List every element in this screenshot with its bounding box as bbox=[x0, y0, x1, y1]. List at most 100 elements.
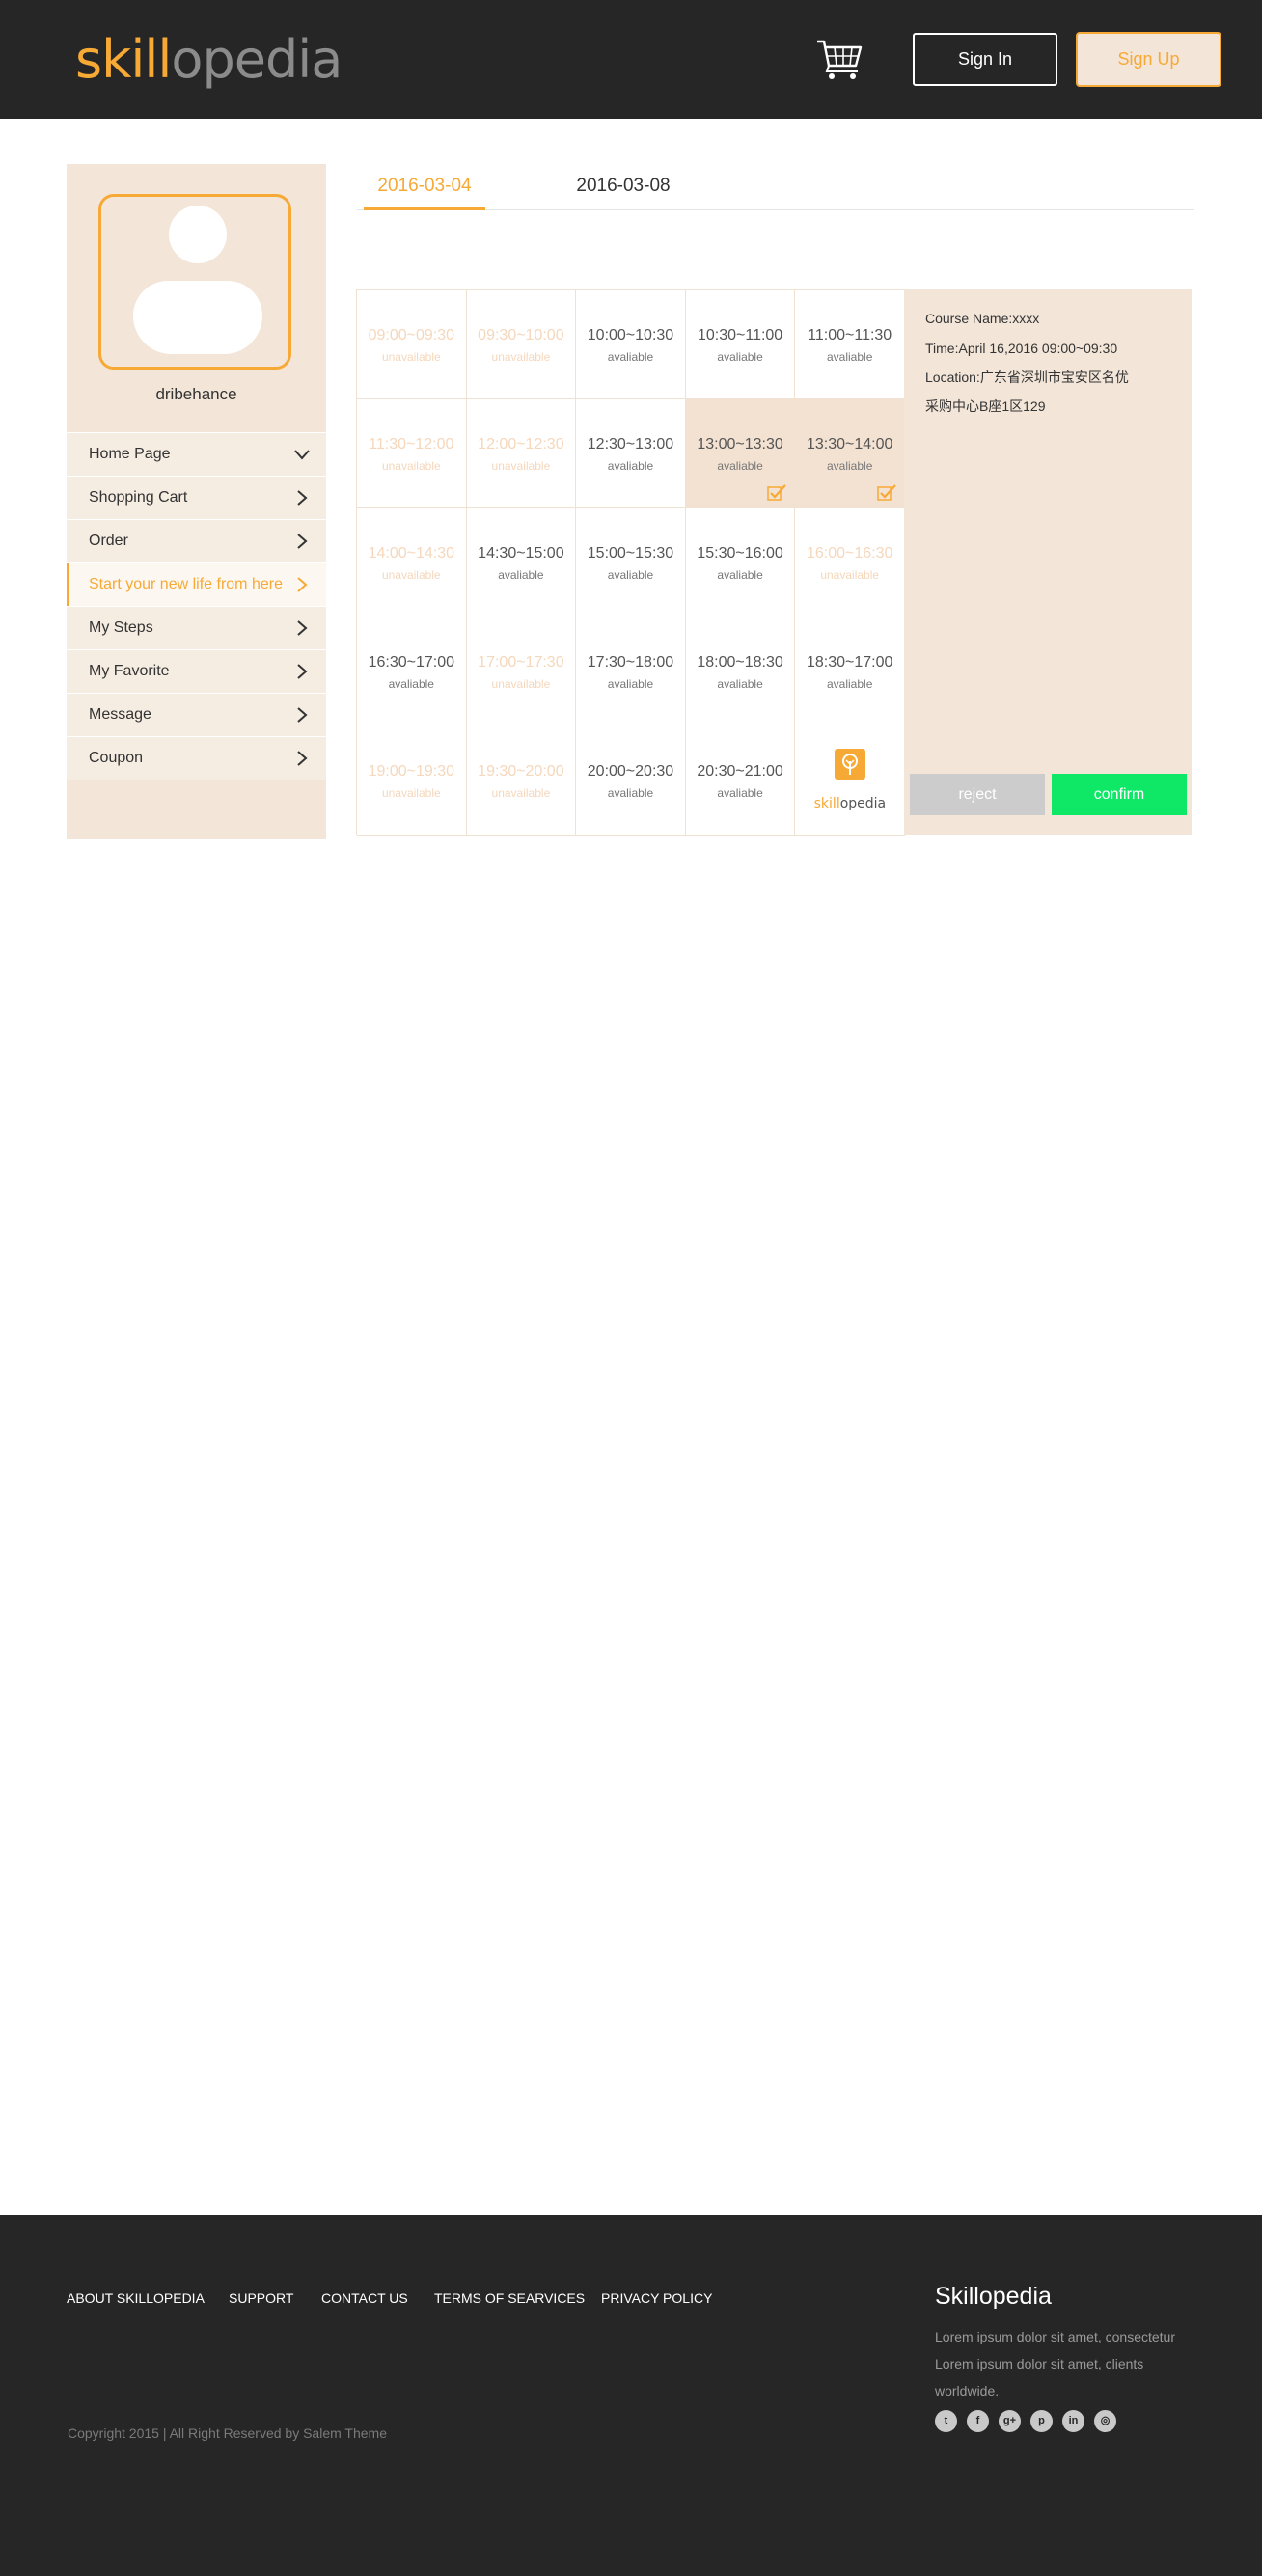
time-slot[interactable]: 13:00~13:30 avaliable bbox=[685, 399, 796, 508]
time-slot[interactable]: 09:30~10:00 unavailable bbox=[466, 290, 577, 399]
checkbox-checked-icon[interactable] bbox=[767, 483, 787, 501]
mini-logo-skill: skill bbox=[813, 796, 840, 811]
site-header: skillopedia Sign In Sign Up bbox=[0, 0, 1262, 119]
slot-status: avaliable bbox=[607, 350, 654, 364]
sidebar-item-coupon[interactable]: Coupon bbox=[67, 736, 326, 780]
footer-link-contact[interactable]: CONTACT US bbox=[321, 2290, 408, 2306]
chevron-right-icon bbox=[297, 620, 308, 636]
chevron-right-icon bbox=[297, 707, 308, 723]
slot-time: 09:00~09:30 bbox=[368, 327, 454, 343]
checkbox-checked-icon[interactable] bbox=[877, 483, 896, 501]
facebook-icon[interactable]: f bbox=[967, 2410, 989, 2432]
site-footer: ABOUT SKILLOPEDIA SUPPORT CONTACT US TER… bbox=[0, 2215, 1262, 2576]
google-plus-icon[interactable]: g+ bbox=[999, 2410, 1021, 2432]
dribbble-icon[interactable]: ◎ bbox=[1094, 2410, 1116, 2432]
slot-status: unavailable bbox=[491, 459, 551, 473]
time-slot[interactable]: 17:30~18:00 avaliable bbox=[576, 617, 686, 726]
logo-text-opedia: opedia bbox=[171, 29, 343, 90]
sidebar-item-label: My Steps bbox=[89, 619, 153, 636]
site-logo[interactable]: skillopedia bbox=[75, 29, 343, 91]
slot-status: avaliable bbox=[717, 568, 763, 582]
slot-time: 13:00~13:30 bbox=[697, 436, 783, 452]
time-slot[interactable]: 09:00~09:30 unavailable bbox=[357, 290, 467, 399]
slot-time: 09:30~10:00 bbox=[478, 327, 564, 343]
sidebar-item-start-new-life[interactable]: Start your new life from here bbox=[67, 562, 326, 607]
sidebar-item-my-favorite[interactable]: My Favorite bbox=[67, 649, 326, 693]
slot-time: 18:00~18:30 bbox=[697, 654, 783, 671]
time-slot[interactable]: 12:00~12:30 unavailable bbox=[466, 399, 577, 508]
grid-logo-cell: skillopedia bbox=[795, 726, 905, 836]
slot-status: unavailable bbox=[381, 459, 441, 473]
slot-status: avaliable bbox=[607, 677, 654, 691]
chevron-down-icon bbox=[294, 450, 310, 460]
sidebar-item-message[interactable]: Message bbox=[67, 693, 326, 736]
time-slot[interactable]: 20:00~20:30 avaliable bbox=[576, 726, 686, 836]
slot-status: unavailable bbox=[381, 350, 441, 364]
pinterest-icon[interactable]: p bbox=[1030, 2410, 1053, 2432]
sign-up-button[interactable]: Sign Up bbox=[1076, 32, 1221, 87]
course-location-line2: 采购中心B座1区129 bbox=[925, 398, 1046, 414]
time-slot[interactable]: 11:30~12:00 unavailable bbox=[357, 399, 467, 508]
sidebar-item-order[interactable]: Order bbox=[67, 519, 326, 562]
time-slot[interactable]: 20:30~21:00 avaliable bbox=[685, 726, 796, 836]
sign-in-button[interactable]: Sign In bbox=[913, 33, 1057, 86]
shopping-cart-icon[interactable] bbox=[815, 37, 864, 81]
footer-link-support[interactable]: SUPPORT bbox=[229, 2290, 293, 2306]
slot-time: 14:30~15:00 bbox=[478, 545, 564, 562]
footer-link-terms[interactable]: TERMS OF SEARVICES bbox=[434, 2290, 585, 2306]
copyright-text: Copyright 2015 | All Right Reserved by S… bbox=[68, 2425, 387, 2441]
time-slot[interactable]: 18:00~18:30 avaliable bbox=[685, 617, 796, 726]
time-slot[interactable]: 14:30~15:00 avaliable bbox=[466, 508, 577, 617]
reject-button[interactable]: reject bbox=[910, 774, 1045, 815]
mini-logo: skillopedia bbox=[795, 749, 904, 811]
sidebar-item-home-page[interactable]: Home Page bbox=[67, 432, 326, 476]
sidebar-item-my-steps[interactable]: My Steps bbox=[67, 606, 326, 649]
date-tabs: 2016-03-04 2016-03-08 bbox=[357, 164, 1194, 210]
time-slot[interactable]: 18:30~17:00 avaliable bbox=[795, 617, 905, 726]
tab-date-1[interactable]: 2016-03-04 bbox=[364, 174, 485, 210]
chevron-right-icon bbox=[297, 664, 308, 679]
linkedin-icon[interactable]: in bbox=[1062, 2410, 1084, 2432]
slot-status: avaliable bbox=[717, 459, 763, 473]
slot-time: 10:30~11:00 bbox=[697, 327, 783, 343]
avatar[interactable] bbox=[98, 194, 291, 370]
slot-time: 16:30~17:00 bbox=[368, 654, 454, 671]
footer-link-privacy[interactable]: PRIVACY POLICY bbox=[601, 2290, 712, 2306]
time-slot[interactable]: 19:00~19:30 unavailable bbox=[357, 726, 467, 836]
time-slot[interactable]: 14:00~14:30 unavailable bbox=[357, 508, 467, 617]
time-slot[interactable]: 10:30~11:00 avaliable bbox=[685, 290, 796, 399]
twitter-icon[interactable]: t bbox=[935, 2410, 957, 2432]
slot-status: avaliable bbox=[827, 459, 873, 473]
time-slot[interactable]: 16:00~16:30 unavailable bbox=[795, 508, 905, 617]
slot-status: avaliable bbox=[607, 568, 654, 582]
sidebar-item-shopping-cart[interactable]: Shopping Cart bbox=[67, 476, 326, 519]
slot-time: 13:30~14:00 bbox=[806, 436, 893, 452]
slot-status: avaliable bbox=[607, 459, 654, 473]
slot-time: 19:30~20:00 bbox=[478, 763, 564, 780]
time-slot[interactable]: 15:00~15:30 avaliable bbox=[576, 508, 686, 617]
confirm-button[interactable]: confirm bbox=[1052, 774, 1187, 815]
slot-status: avaliable bbox=[717, 677, 763, 691]
time-slot[interactable]: 15:30~16:00 avaliable bbox=[685, 508, 796, 617]
time-slot[interactable]: 17:00~17:30 unavailable bbox=[466, 617, 577, 726]
time-slot[interactable]: 12:30~13:00 avaliable bbox=[576, 399, 686, 508]
slot-time: 12:30~13:00 bbox=[587, 436, 674, 452]
mini-logo-opedia: opedia bbox=[839, 796, 887, 811]
time-slot[interactable]: 16:30~17:00 avaliable bbox=[357, 617, 467, 726]
slot-status: avaliable bbox=[717, 350, 763, 364]
time-slot[interactable]: 13:30~14:00 avaliable bbox=[795, 399, 905, 508]
time-slot[interactable]: 11:00~11:30 avaliable bbox=[795, 290, 905, 399]
avatar-head-icon bbox=[169, 206, 227, 263]
slot-time: 14:00~14:30 bbox=[368, 545, 454, 562]
time-slot[interactable]: 19:30~20:00 unavailable bbox=[466, 726, 577, 836]
footer-link-about[interactable]: ABOUT SKILLOPEDIA bbox=[67, 2290, 205, 2306]
footer-description: Lorem ipsum dolor sit amet, consectetur … bbox=[935, 2329, 1175, 2398]
slot-time: 20:00~20:30 bbox=[587, 763, 674, 780]
slot-status: avaliable bbox=[827, 677, 873, 691]
course-name: Course Name:xxxx bbox=[925, 311, 1040, 326]
sidebar-item-label: Message bbox=[89, 706, 151, 723]
tab-date-2[interactable]: 2016-03-08 bbox=[561, 174, 686, 210]
user-sidebar: dribehance Home Page Shopping Cart Order… bbox=[67, 164, 326, 839]
footer-brand: Skillopedia bbox=[935, 2283, 1052, 2310]
time-slot[interactable]: 10:00~10:30 avaliable bbox=[576, 290, 686, 399]
